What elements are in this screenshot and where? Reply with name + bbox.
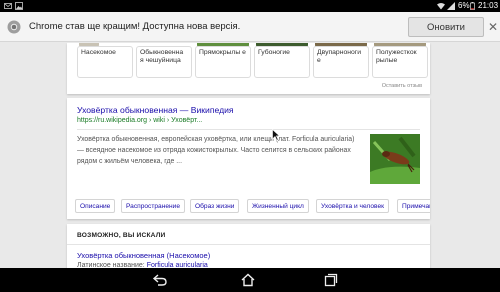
search-results[interactable]: Насекомое Обыкновенна я чешуйница Прямок…: [0, 43, 500, 271]
section-tab[interactable]: Примечания: [397, 199, 430, 213]
signal-icon: [447, 2, 455, 10]
section-tab[interactable]: Образ жизни: [190, 199, 240, 213]
related-searches-heading: ВОЗМОЖНО, ВЫ ИСКАЛИ: [77, 232, 166, 239]
battery-icon: [470, 2, 475, 10]
battery-percent: 6%: [458, 1, 470, 10]
result-title[interactable]: Уховёртка обыкновенная — Википедия: [77, 105, 234, 115]
navigation-bar: [0, 268, 500, 292]
wifi-icon: [437, 3, 445, 10]
related-searches-card: ВОЗМОЖНО, ВЫ ИСКАЛИ Уховёртка обыкновенн…: [67, 224, 430, 271]
related-chip[interactable]: Губоногие: [254, 46, 310, 78]
home-icon[interactable]: [240, 273, 256, 287]
result-card: Уховёртка обыкновенная — Википедия https…: [67, 98, 430, 219]
result-url[interactable]: https://ru.wikipedia.org › wiki › Уховёр…: [77, 117, 202, 124]
image-icon: [15, 2, 23, 10]
recent-apps-icon[interactable]: [323, 273, 339, 287]
update-button[interactable]: Оновити: [408, 17, 484, 37]
clock: 21:03: [478, 1, 499, 10]
result-snippet: Уховёртка обыкновенная, европейская ухов…: [77, 136, 355, 165]
earwig-thumbnail[interactable]: [370, 134, 420, 184]
section-tab[interactable]: Жизненный цикл: [247, 199, 309, 213]
section-tabs: Описание Распространение Образ жизни Жиз…: [67, 199, 430, 213]
related-chip[interactable]: Обыкновенна я чешуйница: [136, 46, 192, 78]
update-message: Chrome став ще кращим! Доступна нова вер…: [29, 21, 241, 32]
section-tab[interactable]: Уховёртка и человек: [316, 199, 389, 213]
related-chip[interactable]: Двупарноноги е: [313, 46, 369, 78]
feedback-link[interactable]: Оставить отзыв: [382, 83, 422, 89]
mouse-pointer-icon: [272, 129, 280, 141]
update-infobar: Chrome став ще кращим! Доступна нова вер…: [0, 12, 500, 42]
back-icon[interactable]: [152, 273, 168, 287]
section-tab[interactable]: Распространение: [121, 199, 185, 213]
divider: [77, 129, 420, 130]
related-search-link[interactable]: Уховёртка обыкновенная (Насекомое): [77, 251, 210, 260]
related-chip[interactable]: Полужесткок рылые: [372, 46, 428, 78]
chrome-icon: [7, 20, 21, 34]
related-chip[interactable]: Насекомое: [77, 46, 133, 78]
email-icon: [4, 3, 12, 9]
close-icon[interactable]: ✕: [488, 20, 498, 34]
related-chip[interactable]: Прямокрылы е: [195, 46, 251, 78]
status-bar: 6% 21:03: [0, 0, 500, 12]
section-tab[interactable]: Описание: [75, 199, 116, 213]
divider: [67, 244, 430, 245]
related-entities-card: Насекомое Обыкновенна я чешуйница Прямок…: [67, 43, 430, 94]
